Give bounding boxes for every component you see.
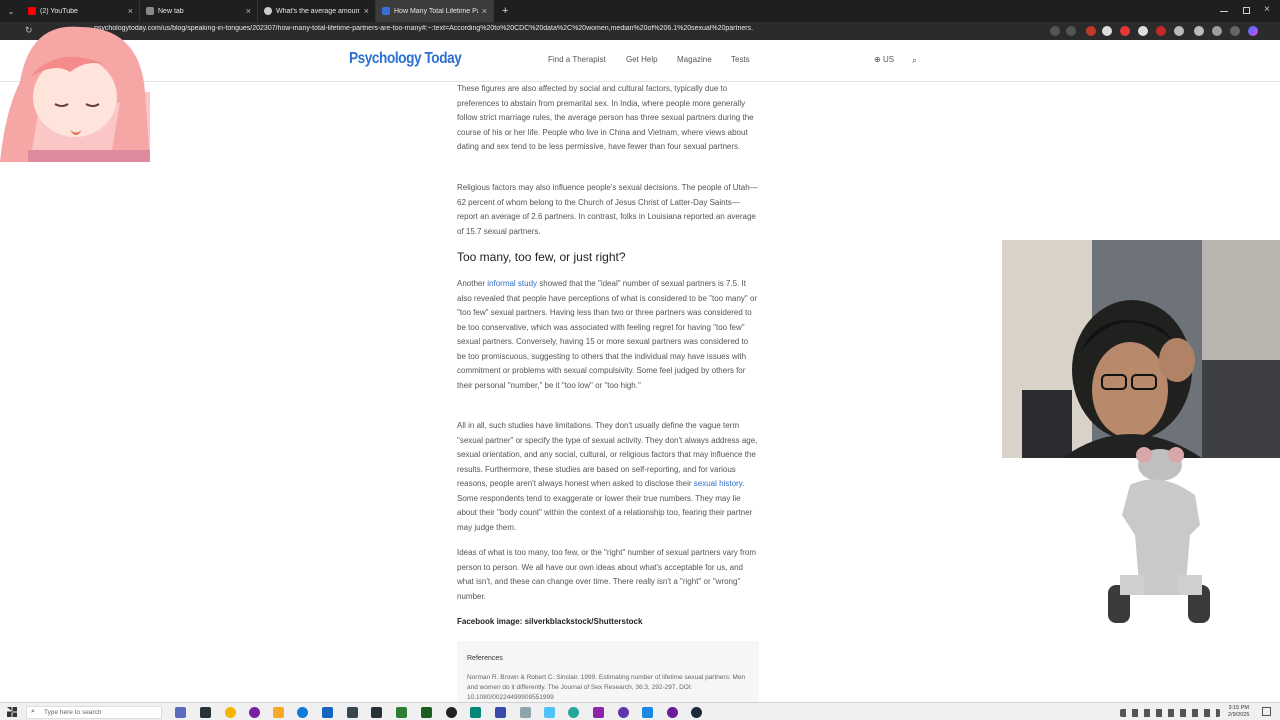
site-logo[interactable]: Psychology Today xyxy=(349,50,462,68)
chrome-icon[interactable] xyxy=(225,707,236,718)
app-icon[interactable] xyxy=(396,707,407,718)
windows-taskbar: Type here to search ⌕ 3:15 PM 2/9/2025 xyxy=(0,702,1280,720)
region-label: US xyxy=(882,55,895,64)
tab-new-tab[interactable]: New tab × xyxy=(140,0,258,22)
notification-icon[interactable] xyxy=(1262,707,1271,716)
text: showed that the "ideal" number of sexual… xyxy=(457,279,758,390)
search-icon: ⌕ xyxy=(31,708,35,715)
new-tab-icon xyxy=(146,7,154,15)
bookmark-icon[interactable] xyxy=(1066,26,1076,36)
new-tab-button[interactable]: + xyxy=(494,5,516,17)
paragraph: Ideas of what is too many, too few, or t… xyxy=(457,548,757,601)
browser-tab-bar: ⌄ (2) YouTube × New tab × What's the ave… xyxy=(0,0,1280,22)
globe-icon xyxy=(264,7,272,15)
app-icon[interactable] xyxy=(544,707,555,718)
vtuber-avatar-overlay xyxy=(0,22,152,162)
maximize-icon[interactable] xyxy=(1243,7,1250,14)
system-clock[interactable]: 3:15 PM 2/9/2025 xyxy=(1228,705,1249,719)
app-icon[interactable] xyxy=(667,707,678,718)
extension-icon[interactable] xyxy=(1086,26,1096,36)
app-icon[interactable] xyxy=(249,707,260,718)
app-icon[interactable] xyxy=(568,707,579,718)
extension-icon[interactable] xyxy=(1174,26,1184,36)
extension-icon[interactable] xyxy=(1120,26,1130,36)
app-icon[interactable] xyxy=(200,707,211,718)
text: All in all, such studies have limitation… xyxy=(457,421,758,488)
paragraph: Religious factors may also influence peo… xyxy=(457,183,758,236)
start-button[interactable] xyxy=(7,707,17,717)
file-explorer-icon[interactable] xyxy=(273,707,284,718)
close-window-icon[interactable]: × xyxy=(1264,4,1270,15)
paragraph: Another informal study showed that the "… xyxy=(457,277,759,393)
reference-item: Norman R. Brown & Robert C. Sinclair. 19… xyxy=(467,674,746,701)
nav-magazine[interactable]: Magazine xyxy=(677,55,712,64)
clock-date: 2/9/2025 xyxy=(1228,712,1250,718)
tab-menu-icon[interactable]: ⌄ xyxy=(0,0,22,22)
tab-title: What's the average amount of m... xyxy=(276,7,360,15)
app-icon[interactable] xyxy=(520,707,531,718)
webcam-overlay xyxy=(1002,240,1280,458)
app-icon[interactable] xyxy=(421,707,432,718)
search-icon[interactable]: ⌕ xyxy=(912,55,917,66)
youtube-icon xyxy=(28,7,36,15)
tab-youtube[interactable]: (2) YouTube × xyxy=(22,0,140,22)
menu-icon[interactable] xyxy=(1230,26,1240,36)
extension-icon[interactable] xyxy=(1156,26,1166,36)
tab-search[interactable]: What's the average amount of m... × xyxy=(258,0,376,22)
paragraph: All in all, such studies have limitation… xyxy=(457,419,759,535)
app-icon[interactable] xyxy=(495,707,506,718)
extension-icon[interactable] xyxy=(1102,26,1112,36)
webcam-image xyxy=(1002,240,1280,458)
extension-icon[interactable] xyxy=(1194,26,1204,36)
close-tab-icon[interactable]: × xyxy=(128,6,133,16)
extension-icon[interactable] xyxy=(1138,26,1148,36)
dancing-rat-overlay xyxy=(1100,445,1220,630)
paragraph: These figures are also affected by socia… xyxy=(457,84,754,151)
clock-time: 3:15 PM xyxy=(1228,705,1249,711)
nav-get-help[interactable]: Get Help xyxy=(626,55,658,64)
extension-icon[interactable] xyxy=(1050,26,1060,36)
taskbar-search-input[interactable]: Type here to search xyxy=(26,706,162,719)
nav-tests[interactable]: Tests xyxy=(731,55,750,64)
tab-title: New tab xyxy=(158,7,184,15)
app-icon[interactable] xyxy=(593,707,604,718)
tray-icons[interactable] xyxy=(1120,709,1220,717)
section-heading: Too many, too few, or just right? xyxy=(457,250,626,264)
app-icon[interactable] xyxy=(642,707,653,718)
text: Another xyxy=(457,279,488,288)
informal-study-link[interactable]: informal study xyxy=(487,279,537,288)
rat-image xyxy=(1108,447,1210,623)
address-bar: ↻ psychologytoday.com/us/blog/speaking-i… xyxy=(0,22,1280,40)
app-icon[interactable] xyxy=(371,707,382,718)
profile-avatar[interactable] xyxy=(1212,26,1222,36)
edge-icon[interactable] xyxy=(297,707,308,718)
tab-title: How Many Total Lifetime Partners... xyxy=(394,7,478,15)
app-icon[interactable] xyxy=(347,707,358,718)
minimize-icon[interactable] xyxy=(1220,11,1228,12)
close-tab-icon[interactable]: × xyxy=(482,6,487,16)
region-selector[interactable]: ⊕ US xyxy=(874,55,894,64)
url-field[interactable]: psychologytoday.com/us/blog/speaking-in-… xyxy=(94,25,954,32)
globe-icon: ⊕ xyxy=(874,55,881,64)
tab-title: (2) YouTube xyxy=(40,7,78,15)
psychology-today-icon xyxy=(382,7,390,15)
image-credit: Facebook image: silverkblackstock/Shutte… xyxy=(457,617,643,626)
app-icon[interactable] xyxy=(470,707,481,718)
nav-find-therapist[interactable]: Find a Therapist xyxy=(548,55,606,64)
steam-icon[interactable] xyxy=(691,707,702,718)
task-view-icon[interactable] xyxy=(175,707,186,718)
close-tab-icon[interactable]: × xyxy=(364,6,369,16)
site-header: Psychology Today Find a Therapist Get He… xyxy=(0,40,1280,82)
tab-psychology-today[interactable]: How Many Total Lifetime Partners... × xyxy=(376,0,494,22)
references-box: References Norman R. Brown & Robert C. S… xyxy=(457,641,759,702)
sexual-history-link[interactable]: sexual history xyxy=(694,479,742,488)
copilot-icon[interactable] xyxy=(1248,26,1258,36)
app-icon[interactable] xyxy=(322,707,333,718)
references-title: References xyxy=(467,655,503,662)
app-icon[interactable] xyxy=(618,707,629,718)
close-tab-icon[interactable]: × xyxy=(246,6,251,16)
anime-character-image xyxy=(0,26,150,162)
app-icon[interactable] xyxy=(446,707,457,718)
